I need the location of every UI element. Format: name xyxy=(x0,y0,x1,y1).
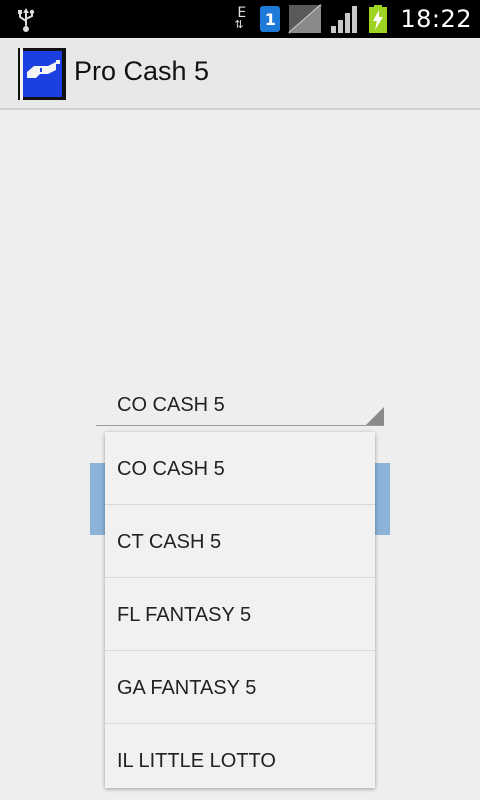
network-type-indicator: E ⇅ xyxy=(234,4,252,34)
clock: 18:22 xyxy=(400,5,472,33)
usb-icon xyxy=(18,8,35,32)
sim-number: 1 xyxy=(264,9,276,29)
signal-icon xyxy=(331,6,358,33)
battery-charging-icon xyxy=(369,5,388,33)
dropdown-item-ga-fantasy-5[interactable]: GA FANTASY 5 xyxy=(105,651,375,724)
dropdown-item-co-cash-5[interactable]: CO CASH 5 xyxy=(105,432,375,505)
spinner-selected-value: CO CASH 5 xyxy=(117,394,225,416)
dropdown-item-label: IL LITTLE LOTTO xyxy=(117,750,276,772)
dropdown-item-il-little-lotto[interactable]: IL LITTLE LOTTO xyxy=(105,724,375,788)
dropdown-item-label: FL FANTASY 5 xyxy=(117,604,252,626)
app-title: Pro Cash 5 xyxy=(74,56,210,86)
lottery-spinner[interactable]: CO CASH 5 xyxy=(96,388,384,426)
no-signal-icon xyxy=(288,4,322,34)
status-bar: E ⇅ 1 18:22 xyxy=(0,0,480,38)
status-icons: E ⇅ 1 18:22 xyxy=(234,0,472,38)
dropdown-item-ct-cash-5[interactable]: CT CASH 5 xyxy=(105,505,375,578)
dropdown-item-label: GA FANTASY 5 xyxy=(117,677,257,699)
sim-icon: 1 xyxy=(260,6,281,32)
action-bar: Pro Cash 5 xyxy=(0,38,480,110)
spinner-arrow-icon xyxy=(366,407,384,425)
dropdown-item-fl-fantasy-5[interactable]: FL FANTASY 5 xyxy=(105,578,375,651)
data-arrows-icon: ⇅ xyxy=(234,18,244,31)
dropdown-item-label: CT CASH 5 xyxy=(117,531,222,553)
spinner-dropdown: CO CASH 5 CT CASH 5 FL FANTASY 5 GA FANT… xyxy=(105,432,375,788)
app-logo-icon[interactable] xyxy=(18,48,66,100)
dropdown-item-label: CO CASH 5 xyxy=(117,458,225,480)
